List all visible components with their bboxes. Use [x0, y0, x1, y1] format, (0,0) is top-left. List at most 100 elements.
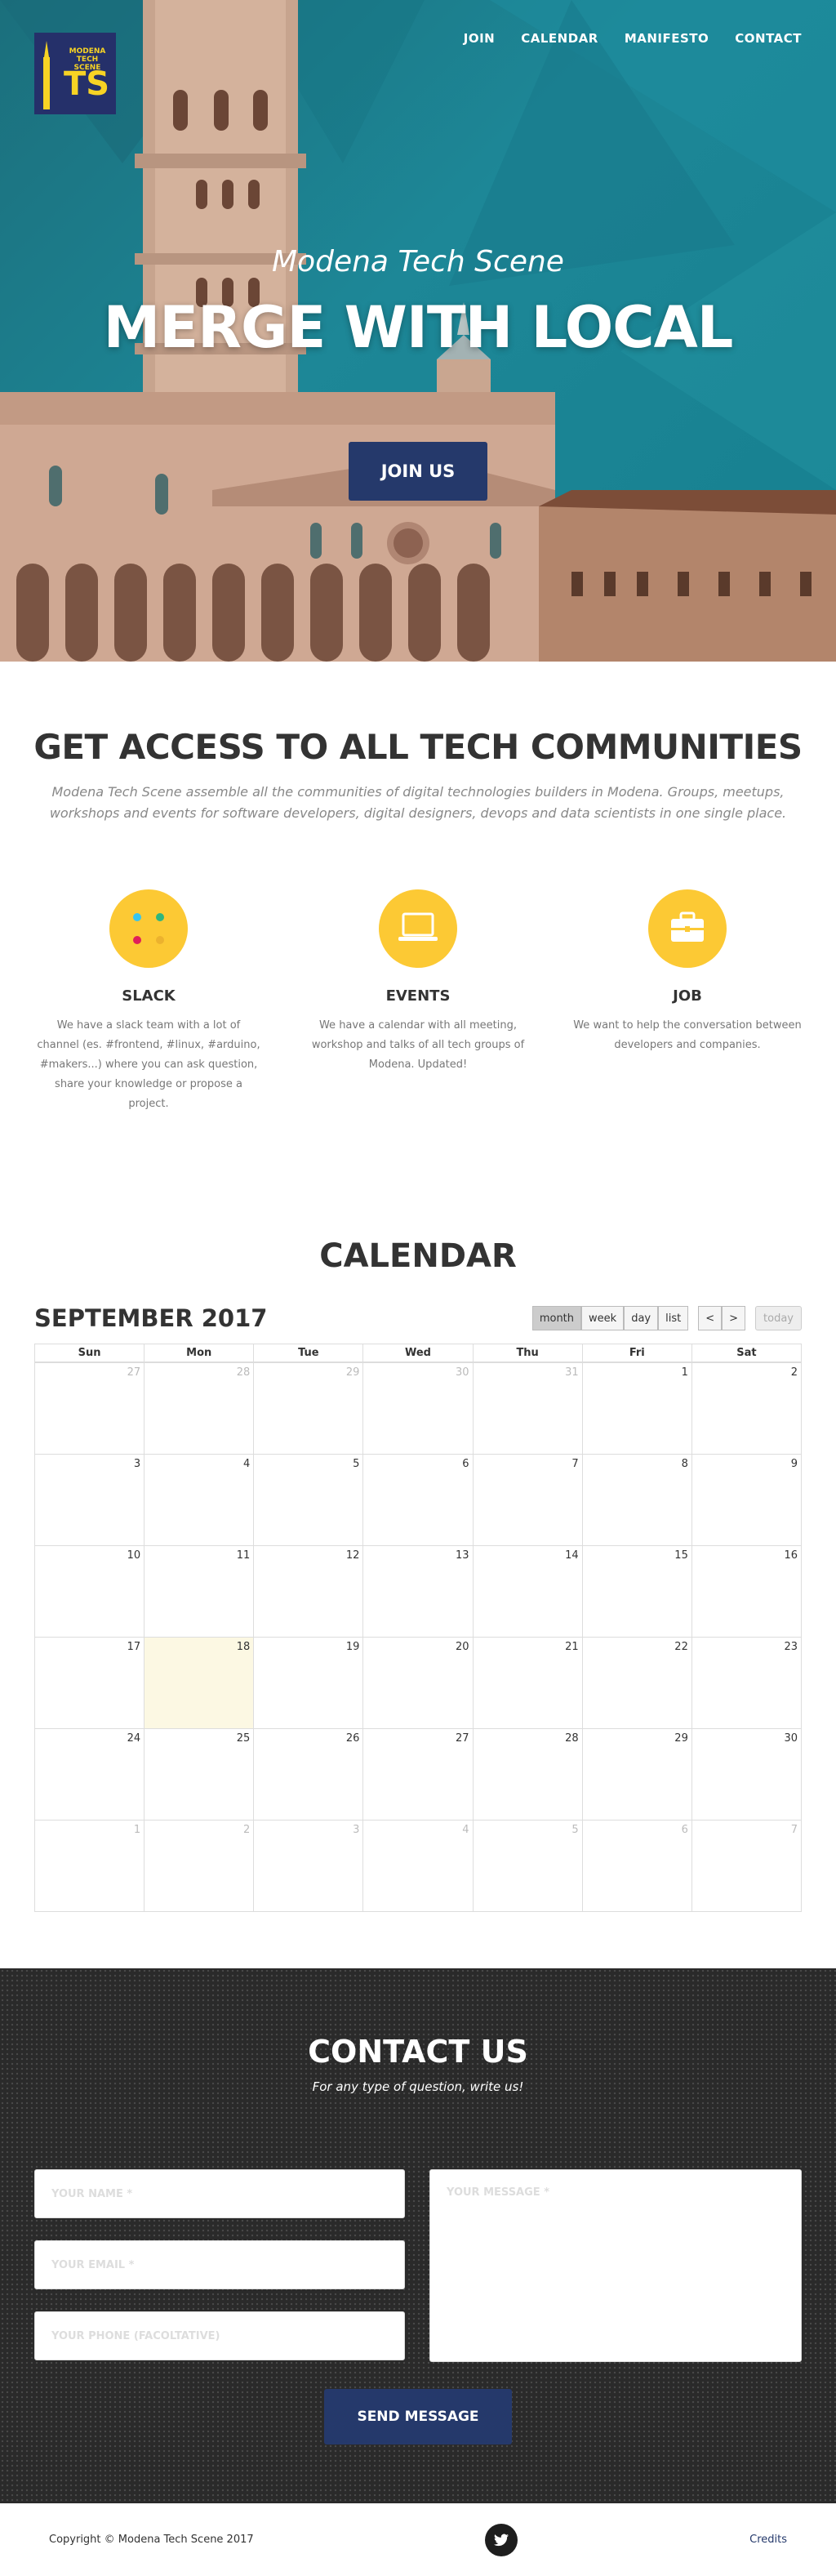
chevron-right-icon: >: [729, 1312, 739, 1325]
hero-title: MERGE WITH LOCAL: [103, 294, 734, 361]
calendar-day[interactable]: 16: [691, 1546, 801, 1637]
view-day-button[interactable]: day: [624, 1306, 659, 1330]
calendar-week-row: 24 25 26 27 28 29 30: [35, 1728, 801, 1820]
calendar-week-row: 10 11 12 13 14 15 16: [35, 1545, 801, 1637]
section-lead: Modena Tech Scene assemble all the commu…: [49, 784, 787, 821]
weekday-label: Sun: [78, 1347, 101, 1359]
calendar-day[interactable]: 5: [472, 1821, 582, 1911]
weekday-label: Tue: [253, 1344, 362, 1362]
contact-title: CONTACT US: [308, 2034, 528, 2070]
calendar-day[interactable]: 6: [581, 1821, 691, 1911]
feature-text: We have a calendar with all meeting, wor…: [311, 1019, 525, 1071]
chevron-left-icon: <: [705, 1312, 715, 1325]
calendar-day[interactable]: 8: [581, 1455, 691, 1545]
phone-input[interactable]: [34, 2311, 405, 2360]
features: SLACK We have a slack team with a lot of…: [34, 889, 802, 1114]
calendar-day[interactable]: 6: [362, 1455, 472, 1545]
nav-manifesto[interactable]: MANIFESTO: [625, 31, 709, 46]
calendar-month: SEPTEMBER 2017: [34, 1304, 268, 1332]
calendar-week-row: 1234567: [35, 1820, 801, 1911]
calendar-day[interactable]: 1: [35, 1821, 144, 1911]
feature-text: We have a slack team with a lot of chann…: [37, 1019, 260, 1110]
nav-join[interactable]: JOIN: [464, 31, 495, 46]
calendar-day[interactable]: 24: [35, 1729, 144, 1820]
calendar-day[interactable]: 3: [253, 1821, 362, 1911]
calendar-day[interactable]: 5: [253, 1455, 362, 1545]
calendar-day[interactable]: 4: [362, 1821, 472, 1911]
logo-mark: TS: [64, 65, 110, 103]
section-title: GET ACCESS TO ALL TECH COMMUNITIES: [33, 727, 803, 767]
feature-events: EVENTS We have a calendar with all meeti…: [304, 889, 532, 1114]
calendar-day[interactable]: 28: [472, 1729, 582, 1820]
main-nav: JOIN CALENDAR MANIFESTO CONTACT: [464, 31, 802, 46]
feature-text: We want to help the conversation between…: [573, 1019, 802, 1051]
site-logo[interactable]: MODENA TECH SCENE TS: [34, 33, 116, 114]
calendar-day[interactable]: 23: [691, 1638, 801, 1728]
calendar-day[interactable]: 27: [362, 1729, 472, 1820]
nav-buttons: < >: [698, 1306, 746, 1330]
laptop-icon: [379, 889, 457, 968]
prev-button[interactable]: <: [698, 1306, 723, 1330]
calendar-day[interactable]: 28: [144, 1363, 253, 1454]
calendar-day[interactable]: 22: [581, 1638, 691, 1728]
calendar-day[interactable]: 7: [472, 1455, 582, 1545]
contact-form: [34, 2169, 802, 2365]
calendar-day[interactable]: 29: [253, 1363, 362, 1454]
calendar-day-today[interactable]: 18: [144, 1638, 254, 1728]
calendar-day[interactable]: 14: [472, 1546, 582, 1637]
calendar-day[interactable]: 2: [144, 1821, 253, 1911]
calendar-day[interactable]: 2: [691, 1363, 801, 1454]
calendar-week-row: 3456789: [35, 1454, 801, 1545]
view-switcher: month week day list: [531, 1306, 689, 1330]
calendar-day[interactable]: 30: [691, 1729, 801, 1820]
send-message-button[interactable]: SEND MESSAGE: [324, 2389, 512, 2445]
twitter-icon[interactable]: [485, 2523, 518, 2556]
calendar-day[interactable]: 1: [581, 1363, 691, 1454]
calendar-grid: Sun Mon Tue Wed Thu Fri Sat 27 28 29 30 31 1 2 3 4 5 6 7 8…: [34, 1344, 802, 1912]
feature-title: SLACK: [122, 987, 176, 1005]
calendar-day[interactable]: 30: [362, 1363, 472, 1454]
view-list-button[interactable]: list: [658, 1306, 689, 1330]
calendar-title: CALENDAR: [319, 1237, 517, 1275]
calendar-week-row: 27 28 29 30 31 1 2: [35, 1362, 801, 1454]
view-month-button[interactable]: month: [531, 1306, 582, 1330]
today-button[interactable]: today: [755, 1306, 802, 1330]
calendar-day[interactable]: 27: [35, 1363, 144, 1454]
calendar-day[interactable]: 26: [253, 1729, 362, 1820]
calendar-day[interactable]: 25: [144, 1729, 253, 1820]
view-week-button[interactable]: week: [581, 1306, 625, 1330]
nav-calendar[interactable]: CALENDAR: [521, 31, 598, 46]
calendar-day[interactable]: 20: [362, 1638, 472, 1728]
credits-link[interactable]: Credits: [749, 2534, 787, 2546]
contact-section: CONTACT US For any type of question, wri…: [0, 1968, 836, 2503]
name-input[interactable]: [34, 2169, 405, 2218]
calendar-day[interactable]: 13: [362, 1546, 472, 1637]
next-button[interactable]: >: [722, 1306, 746, 1330]
calendar-day[interactable]: 17: [35, 1638, 144, 1728]
calendar-day[interactable]: 3: [35, 1455, 144, 1545]
feature-job: JOB We want to help the conversation bet…: [573, 889, 802, 1114]
calendar-day[interactable]: 19: [253, 1638, 362, 1728]
nav-contact[interactable]: CONTACT: [735, 31, 802, 46]
contact-tagline: For any type of question, write us!: [312, 2079, 524, 2094]
calendar-day[interactable]: 15: [581, 1546, 691, 1637]
hero-subtitle: Modena Tech Scene: [272, 245, 564, 279]
calendar-day[interactable]: 7: [691, 1821, 801, 1911]
briefcase-icon: [648, 889, 727, 968]
copyright: Copyright © Modena Tech Scene 2017: [49, 2534, 254, 2546]
calendar-toolbar: SEPTEMBER 2017 month week day list < > t…: [34, 1304, 802, 1332]
calendar-day[interactable]: 11: [144, 1546, 253, 1637]
message-textarea[interactable]: [429, 2169, 802, 2362]
email-input[interactable]: [34, 2240, 405, 2289]
join-us-button[interactable]: JOIN US: [349, 442, 487, 501]
weekday-label: Thu: [472, 1344, 582, 1362]
calendar-day[interactable]: 12: [253, 1546, 362, 1637]
calendar-day[interactable]: 21: [472, 1638, 582, 1728]
calendar-day[interactable]: 4: [144, 1455, 253, 1545]
calendar-day[interactable]: 31: [472, 1363, 582, 1454]
communities-section: GET ACCESS TO ALL TECH COMMUNITIES Moden…: [0, 662, 836, 1172]
feature-slack: SLACK We have a slack team with a lot of…: [34, 889, 263, 1114]
calendar-day[interactable]: 10: [35, 1546, 144, 1637]
calendar-day[interactable]: 29: [581, 1729, 691, 1820]
calendar-day[interactable]: 9: [691, 1455, 801, 1545]
